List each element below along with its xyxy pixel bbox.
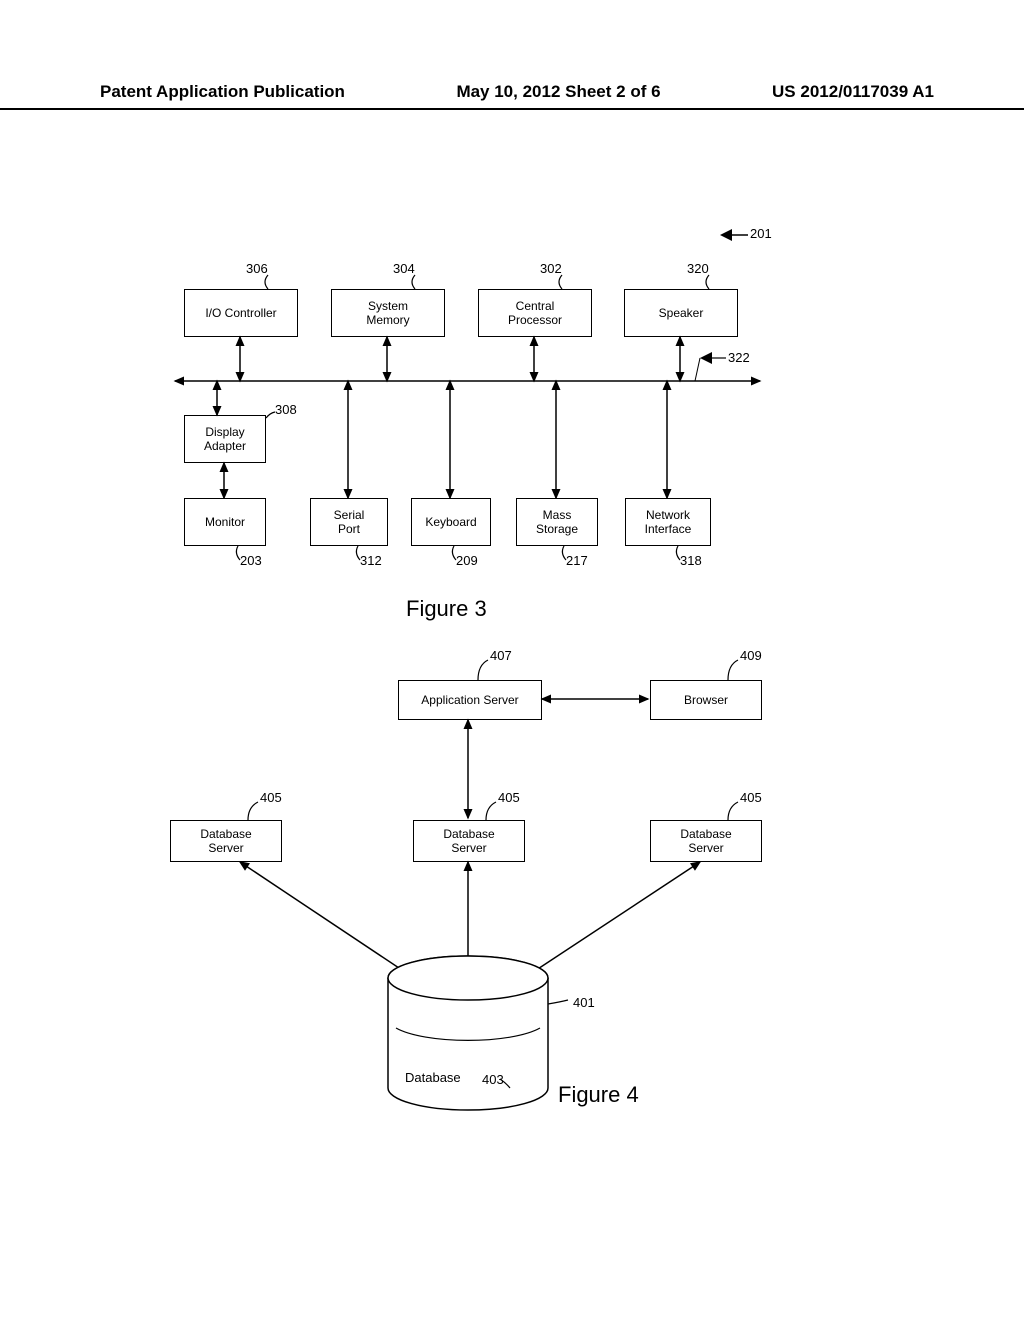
ref-403: 403: [482, 1072, 504, 1087]
database-label: Database: [405, 1070, 461, 1085]
figure-4-label: Figure 4: [558, 1082, 639, 1108]
page: Patent Application Publication May 10, 2…: [0, 0, 1024, 1320]
ref-401: 401: [573, 995, 595, 1010]
database-cylinder: [0, 0, 1024, 1320]
